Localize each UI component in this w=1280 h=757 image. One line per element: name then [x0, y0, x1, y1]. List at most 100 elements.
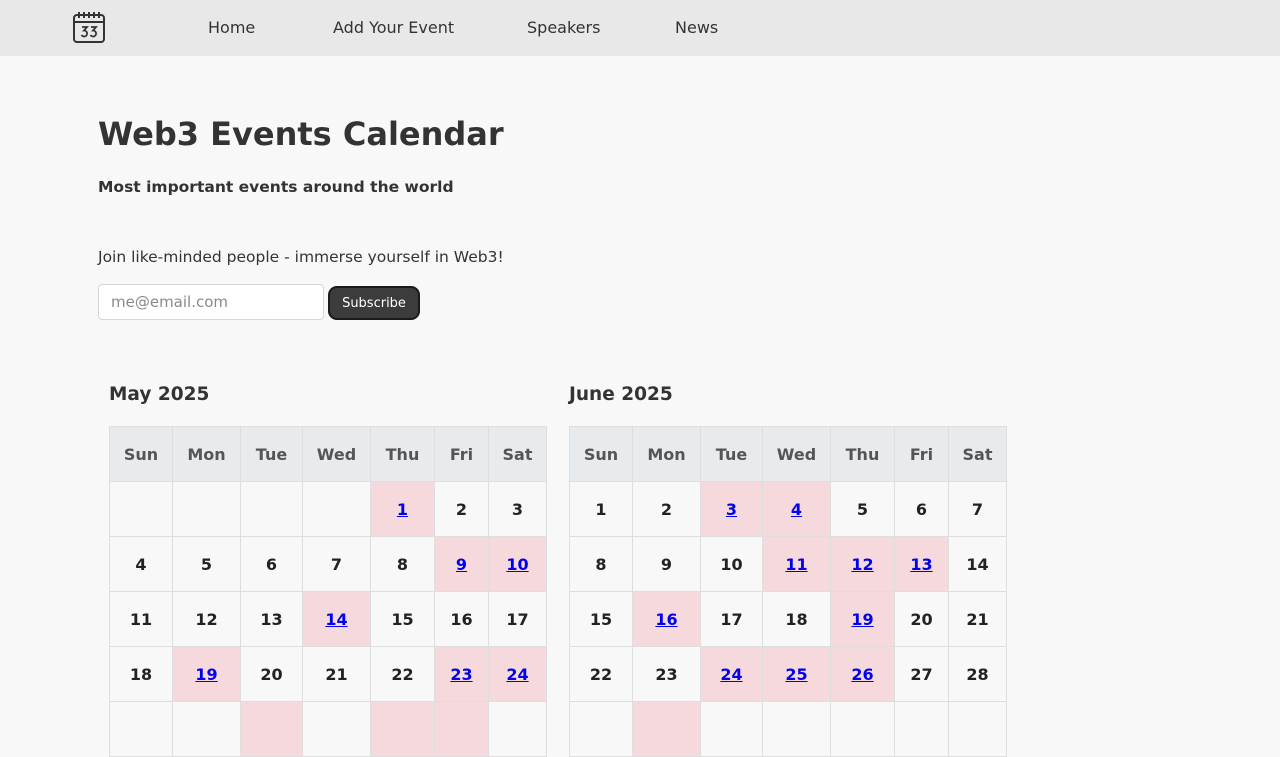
event-day-link[interactable]: 13 — [910, 555, 932, 574]
day-cell: 21 — [948, 591, 1007, 647]
calendar-icon[interactable] — [72, 11, 106, 43]
event-day-link[interactable]: 19 — [851, 610, 873, 629]
day-cell: 12 — [172, 591, 241, 647]
day-cell: 17 — [488, 591, 547, 647]
event-day-link[interactable]: 14 — [325, 610, 347, 629]
day-cell: 7 — [948, 481, 1007, 537]
weekday-header: Fri — [434, 426, 489, 482]
day-cell: 1 — [569, 481, 633, 537]
empty-day-cell — [762, 701, 831, 757]
day-cell: 2 — [632, 481, 701, 537]
event-day-link[interactable]: 26 — [851, 665, 873, 684]
weekday-header: Thu — [370, 426, 435, 482]
day-cell: 27 — [894, 646, 949, 702]
calendar-week-row: 4 5 6 7 8 9 10 — [109, 536, 547, 592]
event-day-link[interactable]: 11 — [785, 555, 807, 574]
event-day-link[interactable]: 9 — [456, 555, 467, 574]
weekday-header: Wed — [302, 426, 371, 482]
weekday-header: Tue — [240, 426, 303, 482]
day-cell: 21 — [302, 646, 371, 702]
empty-day-cell — [109, 481, 173, 537]
empty-day-cell — [109, 701, 173, 757]
event-day-cell: 3 — [700, 481, 763, 537]
calendar-week-row — [569, 701, 1007, 757]
day-cell: 11 — [109, 591, 173, 647]
event-day-link[interactable]: 4 — [791, 500, 802, 519]
top-navigation-bar: Home Add Your Event Speakers News — [0, 0, 1280, 56]
day-cell: 9 — [632, 536, 701, 592]
day-cell: 8 — [370, 536, 435, 592]
event-day-cell: 12 — [830, 536, 895, 592]
day-cell: 5 — [172, 536, 241, 592]
empty-day-cell — [240, 481, 303, 537]
event-day-link[interactable]: 24 — [720, 665, 742, 684]
event-day-cell: 19 — [172, 646, 241, 702]
event-day-cell — [632, 701, 701, 757]
event-day-link[interactable]: 3 — [726, 500, 737, 519]
day-cell: 23 — [632, 646, 701, 702]
event-day-cell: 11 — [762, 536, 831, 592]
day-cell: 2 — [434, 481, 489, 537]
day-cell: 18 — [109, 646, 173, 702]
event-day-cell: 24 — [488, 646, 547, 702]
event-day-link[interactable]: 23 — [450, 665, 472, 684]
nav-link-news[interactable]: News — [675, 18, 718, 38]
event-day-link[interactable]: 16 — [655, 610, 677, 629]
weekday-header: Mon — [172, 426, 241, 482]
calendar-week-row: 18 19 20 21 22 23 24 — [109, 646, 547, 702]
calendar-week-row: 1 23 — [109, 481, 547, 537]
event-day-cell: 4 — [762, 481, 831, 537]
calendar-week-row: 22 23 24 25 26 27 28 — [569, 646, 1007, 702]
event-day-link[interactable]: 12 — [851, 555, 873, 574]
weekday-header: Sat — [948, 426, 1007, 482]
empty-day-cell — [948, 701, 1007, 757]
calendar-week-row: 12 3 4 567 — [569, 481, 1007, 537]
month-title: June 2025 — [569, 384, 673, 405]
event-day-link[interactable]: 19 — [195, 665, 217, 684]
event-day-cell: 23 — [434, 646, 489, 702]
event-day-cell: 10 — [488, 536, 547, 592]
weekday-header-row: Sun Mon Tue Wed Thu Fri Sat — [109, 426, 547, 482]
calendar-week-row — [109, 701, 547, 757]
event-day-link[interactable]: 24 — [506, 665, 528, 684]
event-day-cell: 13 — [894, 536, 949, 592]
empty-day-cell — [302, 481, 371, 537]
nav-link-home[interactable]: Home — [208, 18, 255, 38]
event-day-cell — [434, 701, 489, 757]
event-day-cell — [370, 701, 435, 757]
empty-day-cell — [569, 701, 633, 757]
weekday-header: Sun — [569, 426, 633, 482]
day-cell: 10 — [700, 536, 763, 592]
nav-link-add-your-event[interactable]: Add Your Event — [333, 18, 454, 38]
empty-day-cell — [302, 701, 371, 757]
event-day-cell: 9 — [434, 536, 489, 592]
day-cell: 20 — [894, 591, 949, 647]
page-title: Web3 Events Calendar — [98, 115, 504, 153]
day-cell: 6 — [894, 481, 949, 537]
month-title: May 2025 — [109, 384, 210, 405]
subscribe-button[interactable]: Subscribe — [328, 286, 420, 320]
empty-day-cell — [172, 701, 241, 757]
weekday-header: Thu — [830, 426, 895, 482]
empty-day-cell — [894, 701, 949, 757]
calendar-week-row: 15 16 17 18 19 20 21 — [569, 591, 1007, 647]
day-cell: 18 — [762, 591, 831, 647]
event-day-link[interactable]: 10 — [506, 555, 528, 574]
email-field[interactable] — [98, 284, 324, 320]
day-cell: 15 — [370, 591, 435, 647]
calendar-week-row: 11 12 13 14 15 16 17 — [109, 591, 547, 647]
day-cell: 14 — [948, 536, 1007, 592]
event-day-link[interactable]: 1 — [397, 500, 408, 519]
event-day-cell: 14 — [302, 591, 371, 647]
day-cell: 7 — [302, 536, 371, 592]
event-day-link[interactable]: 25 — [785, 665, 807, 684]
weekday-header: Mon — [632, 426, 701, 482]
weekday-header: Fri — [894, 426, 949, 482]
event-day-cell — [240, 701, 303, 757]
subscribe-prompt: Join like-minded people - immerse yourse… — [98, 248, 504, 266]
event-day-cell: 1 — [370, 481, 435, 537]
nav-link-speakers[interactable]: Speakers — [527, 18, 600, 38]
calendar-month: Sun Mon Tue Wed Thu Fri Sat 1 2 3 4 5 6 7 8 9 10 11 12 13 14… — [569, 426, 1007, 757]
day-cell: 16 — [434, 591, 489, 647]
day-cell: 5 — [830, 481, 895, 537]
